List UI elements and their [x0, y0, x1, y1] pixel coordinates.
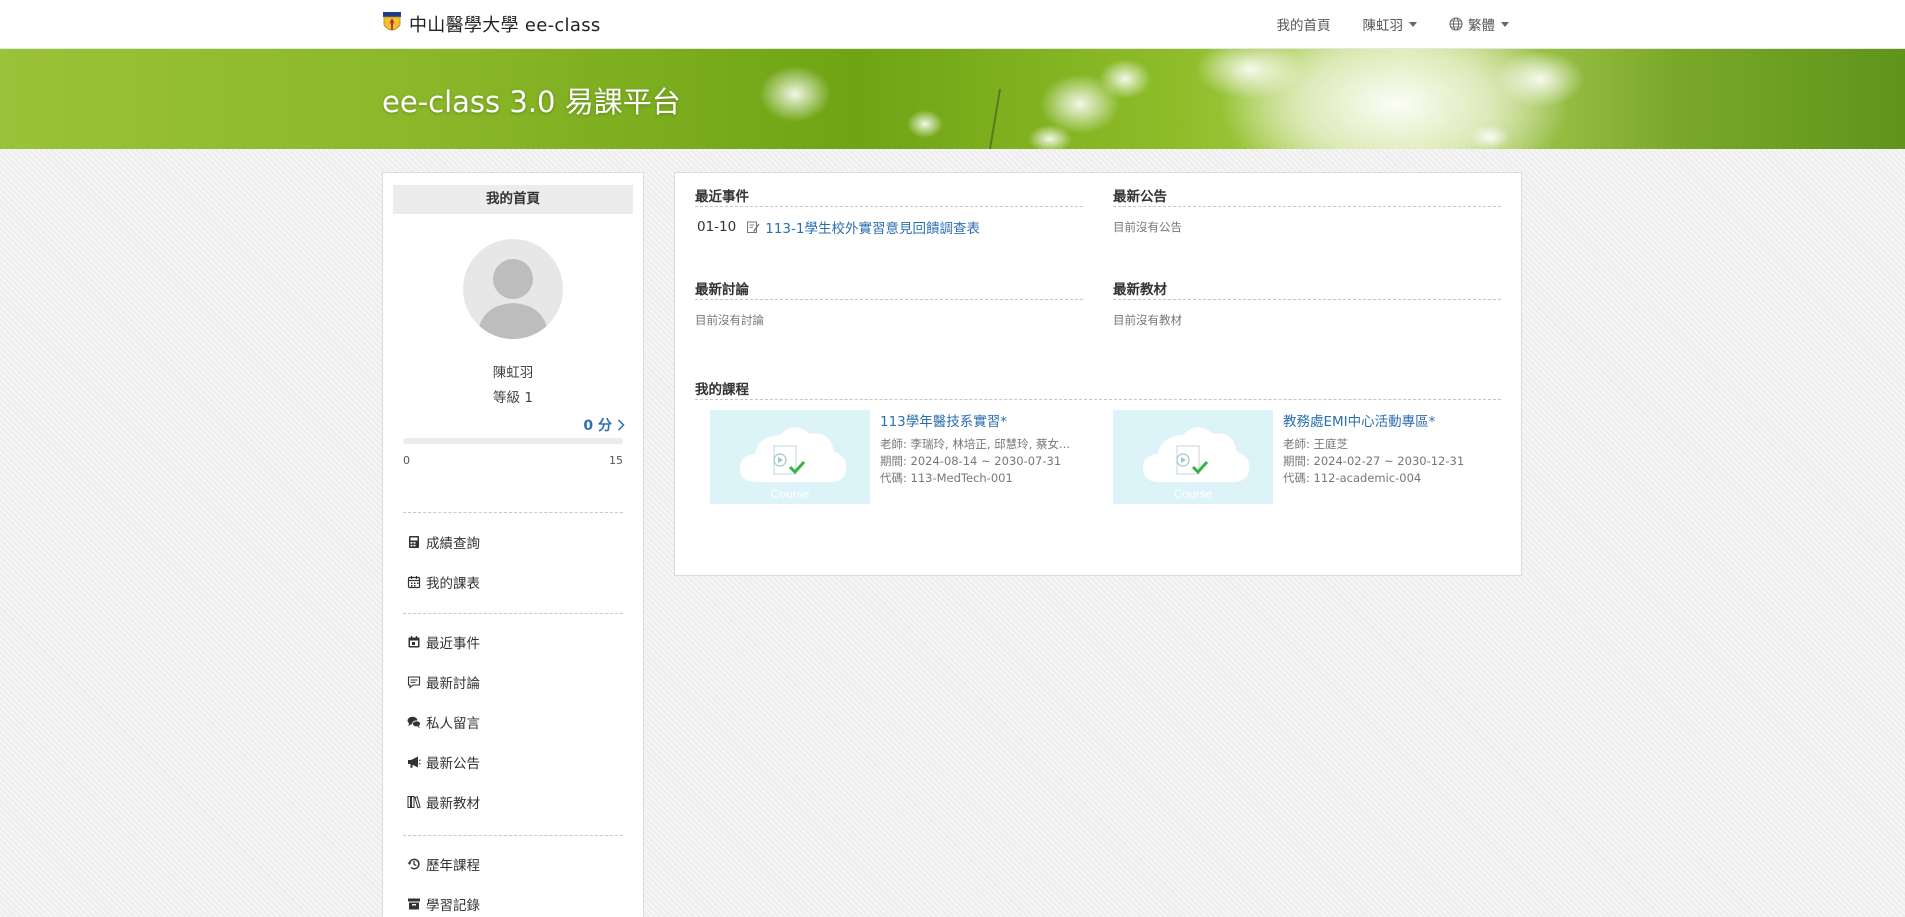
- course-title-link[interactable]: 113學年醫技系實習*: [880, 410, 1090, 430]
- section-title-recent-events: 最近事件: [695, 185, 1083, 207]
- sidebar-item-label: 最新討論: [426, 676, 480, 692]
- dandelion-banner-image: [759, 49, 1585, 149]
- event-link[interactable]: 113-1學生校外實習意見回饋調查表: [765, 217, 980, 237]
- progress-min-label: 0: [403, 454, 410, 467]
- nav-language-label: 繁體: [1468, 18, 1495, 34]
- course-thumb-label: Course: [1174, 487, 1213, 501]
- archive-icon: [408, 898, 420, 910]
- brand-link[interactable]: 中山醫學大學 ee-class: [381, 9, 601, 39]
- course-code: 代碼: 112-academic-004: [1283, 471, 1422, 485]
- dashboard-panel: 最近事件 01-10 113-1學生校外實習意見回饋調查表 最新公告 目前沒有公…: [674, 172, 1522, 576]
- section-title-discussions: 最新討論: [695, 278, 1083, 300]
- course-info: 教務處EMI中心活動專區* 老師: 王庭芝 期間: 2024-02-27 ~ 2…: [1283, 410, 1493, 487]
- sidebar-item-label: 最新公告: [426, 756, 480, 772]
- sidebar-divider: [403, 512, 623, 513]
- section-title-announcements: 最新公告: [1113, 185, 1501, 207]
- discussions-empty-text: 目前沒有討論: [695, 313, 764, 327]
- caret-down-icon: [1409, 21, 1417, 27]
- sidebar: 我的首頁 陳虹羽 等級 1 0 分 0 15 成績查詢 我的課表 最近事件 最新…: [382, 172, 644, 917]
- sidebar-item-label: 私人留言: [426, 716, 480, 732]
- course-period: 期間: 2024-08-14 ~ 2030-07-31: [880, 454, 1062, 468]
- nav-home-link[interactable]: 我的首頁: [1277, 14, 1331, 34]
- course-title-link[interactable]: 教務處EMI中心活動專區*: [1283, 410, 1493, 430]
- section-title-materials: 最新教材: [1113, 278, 1501, 300]
- points-link[interactable]: 0 分: [583, 415, 625, 435]
- history-icon: [407, 858, 420, 870]
- sidebar-item-label: 最新教材: [426, 796, 480, 812]
- university-logo-icon: [383, 12, 401, 31]
- sidebar-heading: 我的首頁: [393, 185, 633, 214]
- books-icon: [407, 796, 421, 809]
- user-name: 陳虹羽: [492, 365, 534, 381]
- comment-icon: [407, 676, 421, 689]
- course-info: 113學年醫技系實習* 老師: 李瑞玲, 林培正, 邱慧玲, 蔡女... 期間:…: [880, 410, 1090, 487]
- sidebar-item-label: 學習記錄: [426, 898, 480, 914]
- course-thumbnail[interactable]: Course: [710, 410, 870, 504]
- sidebar-item-messages[interactable]: 私人留言: [407, 711, 480, 733]
- nav-user-dropdown[interactable]: 陳虹羽: [1362, 14, 1417, 34]
- points-progress-bar: [403, 438, 623, 444]
- calendar-icon: [407, 576, 421, 589]
- sidebar-item-learning-record[interactable]: 學習記錄: [407, 893, 480, 915]
- materials-empty-text: 目前沒有教材: [1113, 313, 1182, 327]
- top-nav-menu: 我的首頁 陳虹羽 繁體: [1277, 0, 1509, 48]
- banner-title: ee-class 3.0 易課平台: [382, 85, 681, 119]
- brand-title: 中山醫學大學 ee-class: [409, 15, 601, 36]
- points-value: 0 分: [583, 418, 612, 434]
- course-teacher: 老師: 王庭芝: [1283, 437, 1349, 451]
- globe-icon: [1449, 17, 1463, 31]
- nav-user-label: 陳虹羽: [1362, 18, 1404, 34]
- course-cloud-icon: Course: [1143, 427, 1250, 501]
- sidebar-item-timetable[interactable]: 我的課表: [407, 571, 480, 593]
- sidebar-item-materials[interactable]: 最新教材: [407, 791, 480, 813]
- sidebar-item-grades[interactable]: 成績查詢: [407, 531, 480, 553]
- course-card: Course 教務處EMI中心活動專區* 老師: 王庭芝 期間: 2024-02…: [1113, 410, 1493, 506]
- sidebar-divider: [403, 835, 623, 836]
- calendar-check-icon: [408, 636, 420, 648]
- event-date: 01-10: [697, 219, 737, 235]
- comments-icon: [407, 716, 421, 729]
- course-period: 期間: 2024-02-27 ~ 2030-12-31: [1283, 454, 1465, 468]
- survey-icon: [747, 221, 760, 233]
- chevron-right-icon: [617, 419, 625, 431]
- course-card: Course 113學年醫技系實習* 老師: 李瑞玲, 林培正, 邱慧玲, 蔡女…: [710, 410, 1090, 506]
- sidebar-item-label: 歷年課程: [426, 858, 480, 874]
- avatar: [463, 239, 563, 339]
- course-cloud-icon: Course: [740, 427, 847, 501]
- announcements-empty-text: 目前沒有公告: [1113, 220, 1182, 234]
- progress-max-label: 15: [609, 454, 623, 467]
- top-navbar: 中山醫學大學 ee-class 我的首頁 陳虹羽 繁體: [0, 0, 1905, 49]
- sidebar-item-events[interactable]: 最近事件: [407, 631, 480, 653]
- sidebar-divider: [403, 613, 623, 614]
- event-list-item: 01-10 113-1學生校外實習意見回饋調查表: [697, 217, 980, 237]
- section-title-my-courses: 我的課程: [695, 378, 1501, 400]
- sidebar-item-announcements[interactable]: 最新公告: [407, 751, 480, 773]
- caret-down-icon: [1501, 21, 1509, 27]
- course-thumbnail[interactable]: Course: [1113, 410, 1273, 504]
- sidebar-item-discussions[interactable]: 最新討論: [407, 671, 480, 693]
- bullhorn-icon: [408, 756, 421, 768]
- sidebar-item-label: 我的課表: [426, 576, 480, 592]
- course-teacher: 老師: 李瑞玲, 林培正, 邱慧玲, 蔡女...: [880, 437, 1070, 451]
- hero-banner: ee-class 3.0 易課平台: [0, 49, 1905, 149]
- nav-language-dropdown[interactable]: 繁體: [1449, 14, 1509, 34]
- course-code: 代碼: 113-MedTech-001: [880, 471, 1013, 485]
- calculator-icon: [409, 536, 419, 548]
- sidebar-item-label: 最近事件: [426, 636, 480, 652]
- course-thumb-label: Course: [771, 487, 810, 501]
- sidebar-item-past-courses[interactable]: 歷年課程: [407, 853, 480, 875]
- user-level: 等級 1: [493, 390, 533, 406]
- user-silhouette-icon: [477, 259, 549, 339]
- sidebar-item-label: 成績查詢: [426, 536, 480, 552]
